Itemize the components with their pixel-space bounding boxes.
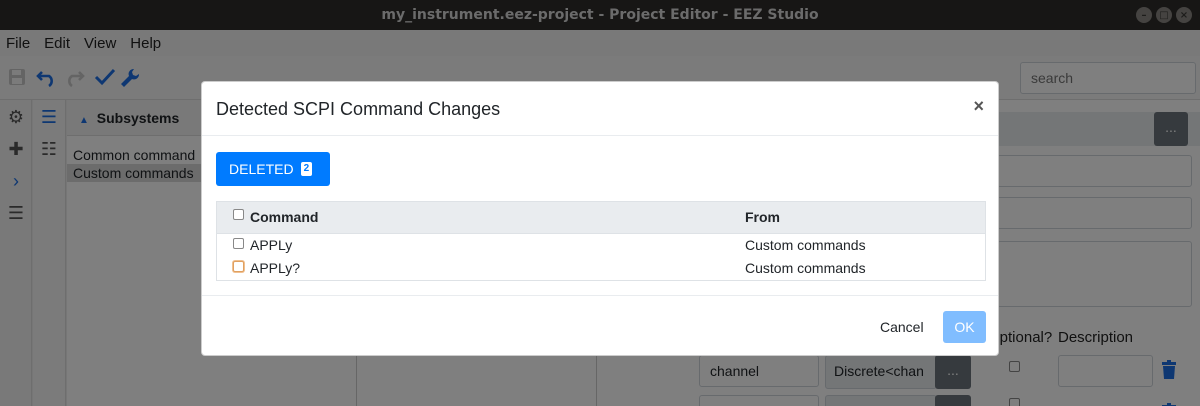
- from-column-header: From: [745, 209, 780, 225]
- tab-deleted-label: DELETED: [229, 161, 294, 177]
- select-all-checkbox[interactable]: [233, 209, 244, 220]
- table-header: Command From: [217, 202, 985, 234]
- changes-table: Command From APPLy Custom commands APPLy…: [216, 201, 986, 281]
- row-checkbox[interactable]: [233, 261, 244, 272]
- command-column-header: Command: [250, 209, 319, 225]
- from-cell: Custom commands: [745, 260, 866, 276]
- ok-button[interactable]: OK: [943, 311, 986, 343]
- modal-title: Detected SCPI Command Changes: [216, 99, 501, 119]
- command-cell: APPLy: [250, 237, 293, 253]
- row-checkbox[interactable]: [233, 238, 244, 249]
- scpi-changes-dialog: Detected SCPI Command Changes × DELETED …: [201, 81, 999, 356]
- deleted-count-badge: 2: [300, 162, 313, 176]
- close-icon[interactable]: ×: [973, 96, 984, 116]
- modal-footer: Cancel OK: [202, 295, 998, 355]
- command-cell: APPLy?: [250, 260, 301, 276]
- cancel-button[interactable]: Cancel: [870, 311, 934, 343]
- modal-header: Detected SCPI Command Changes ×: [202, 82, 998, 136]
- from-cell: Custom commands: [745, 237, 866, 253]
- tab-deleted[interactable]: DELETED 2: [216, 152, 330, 186]
